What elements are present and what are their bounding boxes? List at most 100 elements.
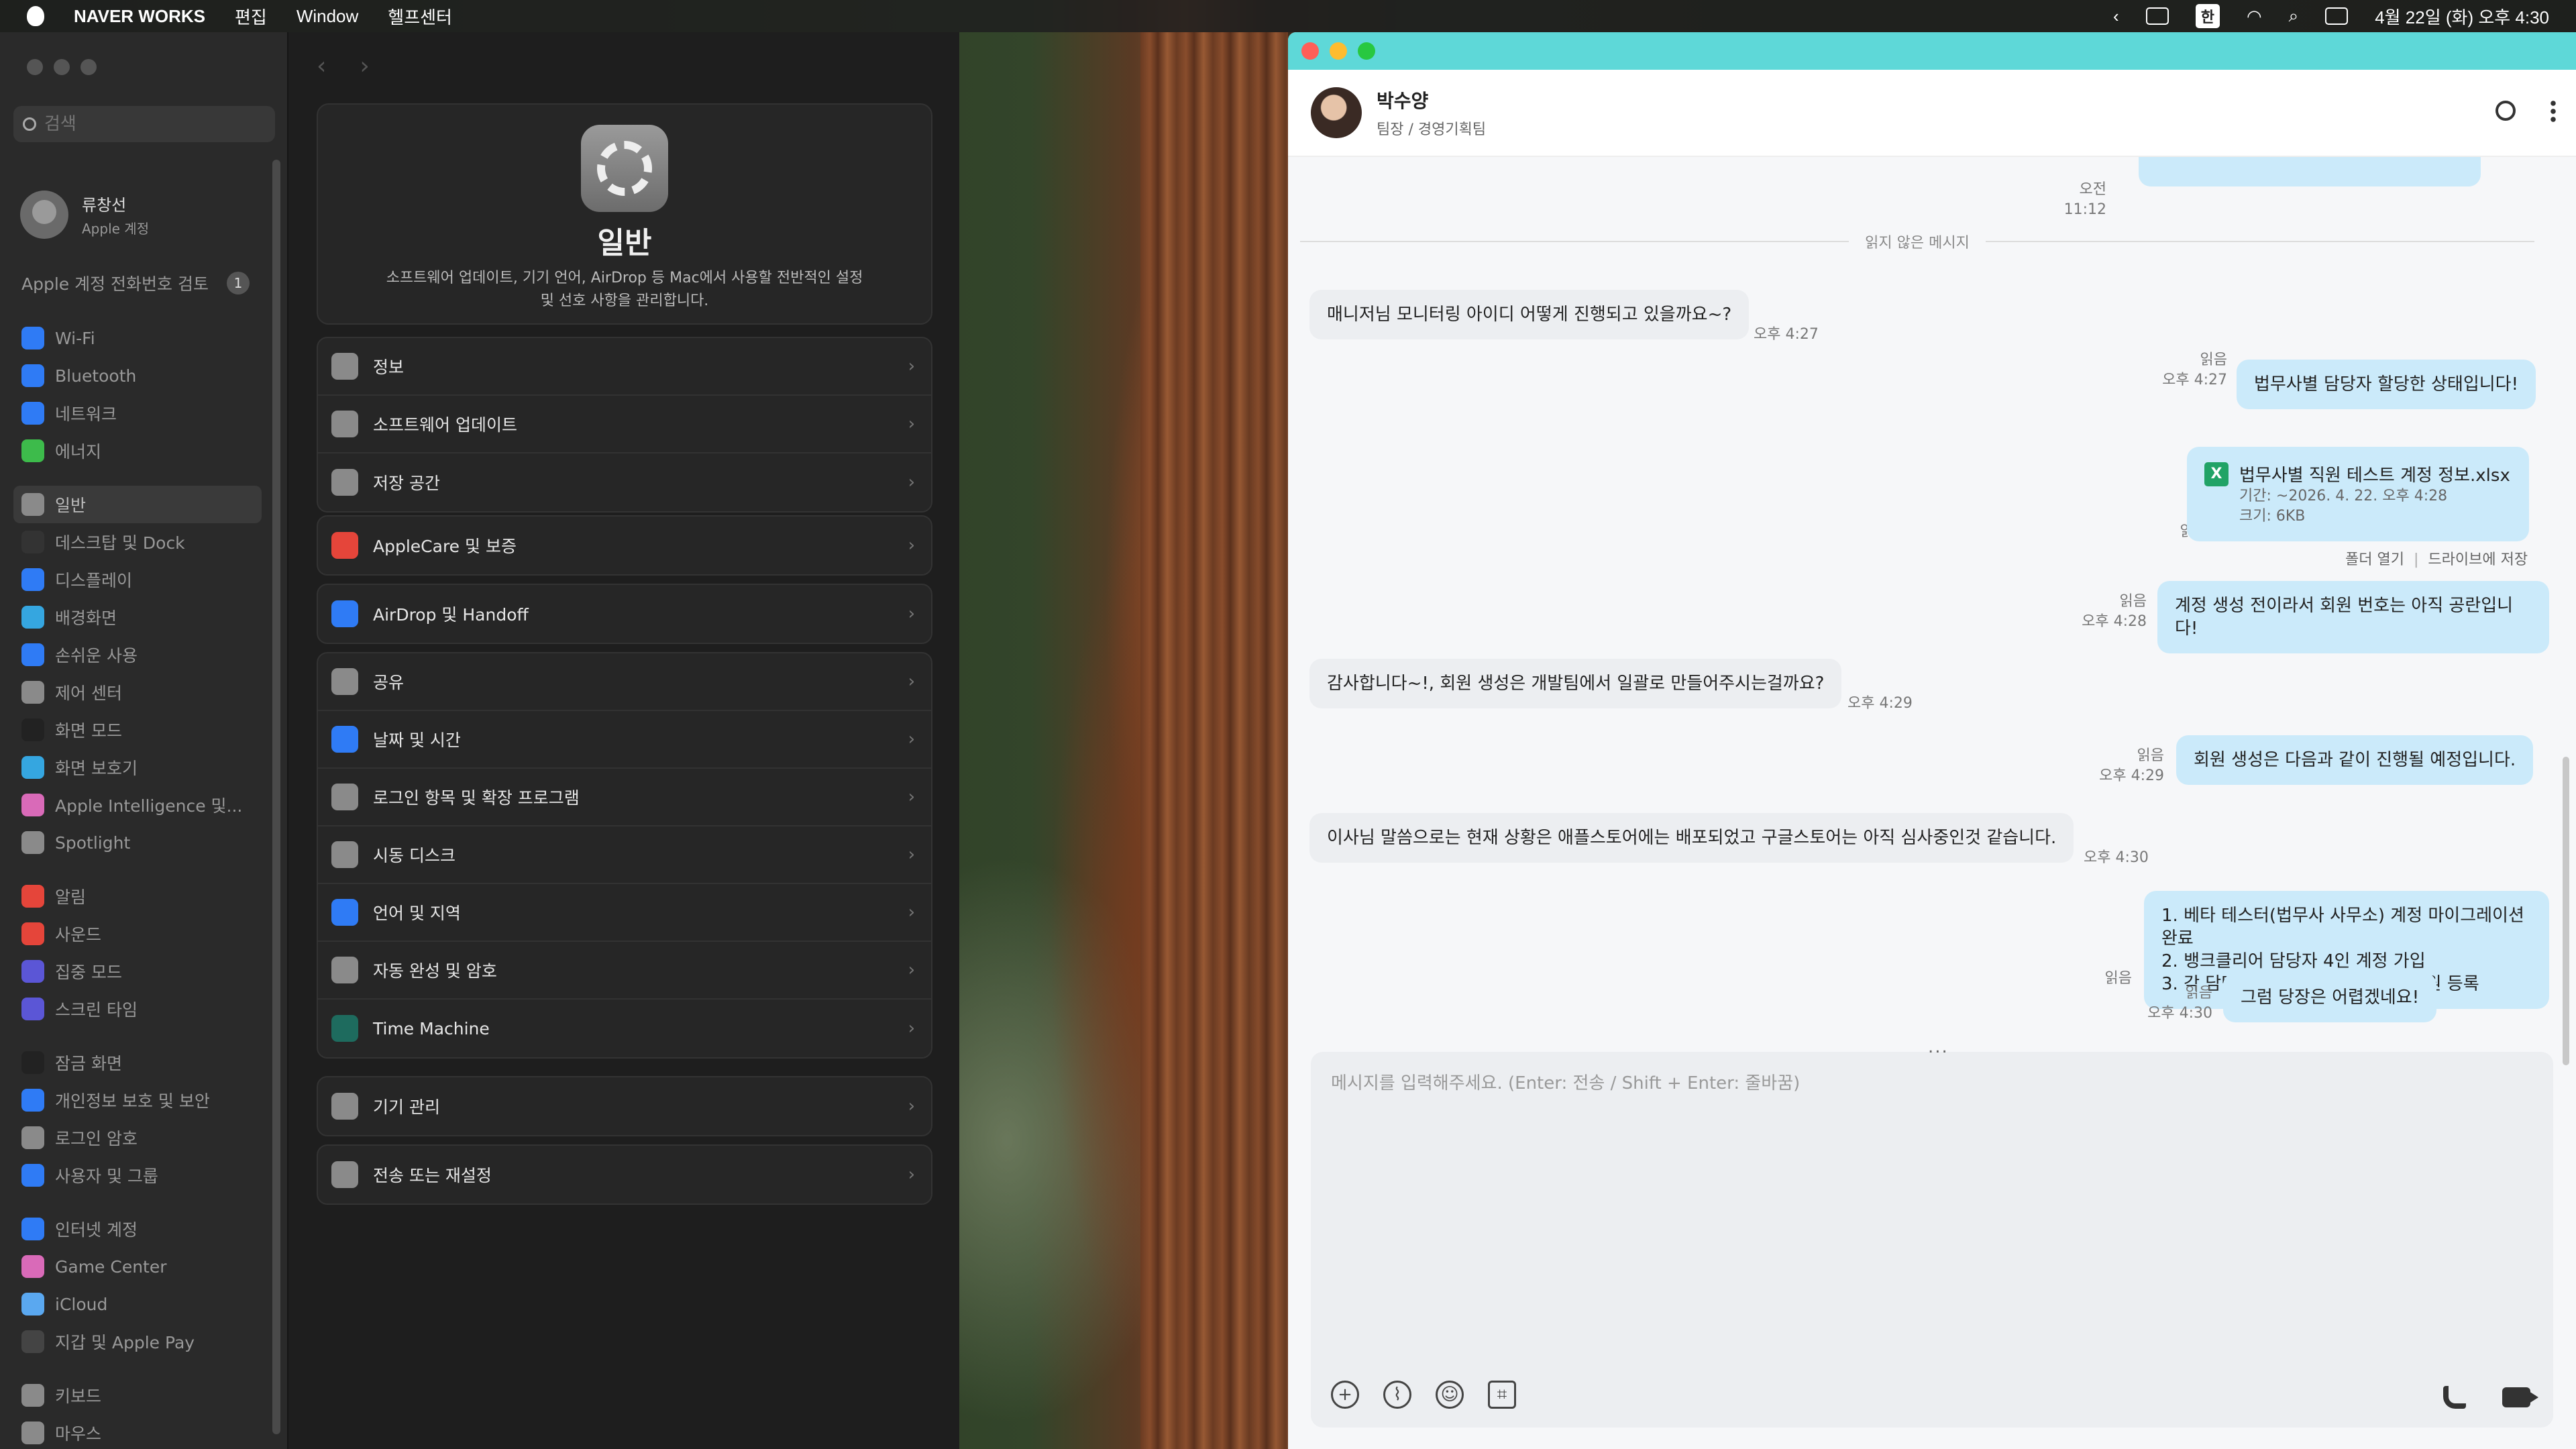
- status-chevron-icon[interactable]: ‹: [2113, 6, 2119, 27]
- menu-app-name[interactable]: NAVER WORKS: [74, 6, 205, 27]
- back-arrow-icon[interactable]: ‹: [317, 52, 326, 80]
- file-attachment-card[interactable]: X 법무사별 직원 테스트 계정 정보.xlsx 기간: ~2026. 4. 22…: [2187, 447, 2529, 541]
- unread-divider-label: 읽지 않은 메시지: [1865, 235, 1970, 252]
- sidebar-item[interactable]: 데스크탑 및 Dock: [13, 523, 262, 561]
- sidebar-item[interactable]: 제어 센터: [13, 674, 262, 711]
- chevron-right-icon: ›: [908, 414, 915, 434]
- close-button[interactable]: [1301, 42, 1319, 60]
- settings-row[interactable]: 정보 ›: [318, 338, 931, 396]
- sidebar-item[interactable]: Apple Intelligence 및...: [13, 786, 262, 824]
- chevron-right-icon: ›: [908, 845, 915, 865]
- menu-window[interactable]: Window: [297, 6, 358, 27]
- search-icon[interactable]: [2496, 101, 2516, 121]
- message-bubble-incoming[interactable]: 매니저님 모니터링 아이디 어떻게 진행되고 있을까요~?: [1309, 290, 1750, 339]
- sidebar-item[interactable]: 로그인 암호: [13, 1119, 262, 1157]
- phone-call-icon[interactable]: [2443, 1386, 2466, 1409]
- wifi-icon[interactable]: ◠: [2247, 6, 2262, 27]
- sidebar-item[interactable]: 일반: [13, 486, 262, 523]
- settings-row[interactable]: 전송 또는 재설정 ›: [318, 1146, 931, 1203]
- settings-row[interactable]: 언어 및 지역 ›: [318, 884, 931, 942]
- apple-menu-icon[interactable]: [27, 6, 44, 26]
- sidebar-item[interactable]: 화면 보호기: [13, 749, 262, 786]
- settings-row[interactable]: 소프트웨어 업데이트 ›: [318, 396, 931, 453]
- sidebar-item[interactable]: 지갑 및 Apple Pay: [13, 1323, 262, 1360]
- spotlight-icon[interactable]: ⌕: [2289, 5, 2299, 27]
- forward-arrow-icon[interactable]: ›: [360, 52, 369, 80]
- sidebar-item[interactable]: 스크린 타임: [13, 990, 262, 1028]
- sidebar-item[interactable]: 사운드: [13, 915, 262, 953]
- sidebar-item[interactable]: 에너지: [13, 432, 262, 470]
- sidebar-item[interactable]: 개인정보 보호 및 보안: [13, 1081, 262, 1119]
- file-actions: 폴더 열기 | 드라이브에 저장: [2345, 551, 2528, 568]
- settings-row[interactable]: 로그인 항목 및 확장 프로그램 ›: [318, 769, 931, 826]
- sidebar-scrollbar[interactable]: [272, 160, 280, 1434]
- resize-handle-dots[interactable]: ...: [1928, 1037, 1949, 1057]
- settings-row[interactable]: AirDrop 및 Handoff ›: [318, 585, 931, 643]
- add-icon[interactable]: +: [1331, 1381, 1359, 1409]
- message-read-status: 읽음 오후 4:27: [2140, 350, 2227, 390]
- emoji-icon[interactable]: ☺: [1436, 1381, 1464, 1409]
- zoom-button[interactable]: [80, 59, 97, 75]
- sidebar-item[interactable]: Bluetooth: [13, 357, 262, 394]
- message-bubble-outgoing[interactable]: 그럼 당장은 어렵겠네요!: [2223, 973, 2437, 1022]
- settings-row[interactable]: 시동 디스크 ›: [318, 826, 931, 884]
- sidebar-item[interactable]: 배경화면: [13, 598, 262, 636]
- menu-clock[interactable]: 4월 22일 (화) 오후 4:30: [2375, 4, 2549, 29]
- apple-phone-review-item[interactable]: Apple 계정 전화번호 검토 1: [21, 271, 250, 295]
- sidebar-item[interactable]: 잠금 화면: [13, 1044, 262, 1081]
- settings-row[interactable]: Time Machine ›: [318, 1000, 931, 1057]
- settings-row[interactable]: 날짜 및 시간 ›: [318, 711, 931, 769]
- close-button[interactable]: [27, 59, 43, 75]
- menu-help[interactable]: 헬프센터: [388, 4, 452, 29]
- sidebar-item[interactable]: 키보드: [13, 1377, 262, 1414]
- message-bubble-incoming[interactable]: 이사님 말씀으로는 현재 상황은 애플스토어에는 배포되었고 구글스토어는 아직…: [1309, 813, 2074, 863]
- message-bubble-outgoing[interactable]: 회원 생성은 다음과 같이 진행될 예정입니다.: [2176, 735, 2534, 785]
- menu-edit[interactable]: 편집: [235, 4, 267, 29]
- sidebar-item[interactable]: 손쉬운 사용: [13, 636, 262, 674]
- avatar[interactable]: [1311, 87, 1362, 138]
- sidebar-item[interactable]: 인터넷 계정: [13, 1210, 262, 1248]
- read-label: 읽음: [2200, 352, 2227, 368]
- sidebar-item[interactable]: Spotlight: [13, 824, 262, 861]
- control-center-icon[interactable]: [2325, 7, 2349, 25]
- save-to-drive-link[interactable]: 드라이브에 저장: [2428, 551, 2528, 568]
- input-method-indicator[interactable]: 한: [2195, 4, 2220, 28]
- sidebar-item[interactable]: iCloud: [13, 1285, 262, 1323]
- sidebar-item[interactable]: 마우스: [13, 1414, 262, 1449]
- sidebar-item[interactable]: 네트워크: [13, 394, 262, 432]
- attach-icon[interactable]: ⌇: [1383, 1381, 1411, 1409]
- video-call-icon[interactable]: [2502, 1387, 2538, 1407]
- sidebar-item[interactable]: 화면 모드: [13, 711, 262, 749]
- settings-row[interactable]: 공유 ›: [318, 653, 931, 711]
- open-folder-link[interactable]: 폴더 열기: [2345, 551, 2404, 568]
- sidebar-item-icon: [21, 531, 44, 553]
- message-bubble-outgoing[interactable]: 법무사별 담당자 할당한 상태입니다!: [2237, 360, 2536, 409]
- settings-row[interactable]: 기기 관리 ›: [318, 1077, 931, 1135]
- sidebar-item[interactable]: 디스플레이: [13, 561, 262, 598]
- status-display-icon[interactable]: [2145, 7, 2169, 25]
- settings-row[interactable]: 저장 공간 ›: [318, 453, 931, 511]
- chat-scrollbar[interactable]: [2563, 757, 2569, 1065]
- capture-icon[interactable]: ⌗: [1488, 1381, 1516, 1409]
- settings-row[interactable]: 자동 완성 및 암호 ›: [318, 942, 931, 1000]
- message-bubble-partial[interactable]: [2139, 157, 2481, 186]
- message-bubble-incoming[interactable]: 감사합니다~!, 회원 생성은 개발팀에서 일괄로 만들어주시는걸까요?: [1309, 659, 1842, 708]
- message-list[interactable]: 오전 11:12 읽지 않은 메시지 매니저님 모니터링 아이디 어떻게 진행되…: [1288, 157, 2549, 1056]
- more-options-icon[interactable]: [2551, 99, 2556, 122]
- settings-row[interactable]: AppleCare 및 보증 ›: [318, 517, 931, 574]
- sidebar-item[interactable]: Game Center: [13, 1248, 262, 1285]
- message-input[interactable]: [1331, 1069, 2525, 1338]
- settings-row-icon: [331, 353, 358, 380]
- sidebar-item[interactable]: 알림: [13, 877, 262, 915]
- sidebar-item[interactable]: 사용자 및 그룹: [13, 1157, 262, 1194]
- sidebar-item[interactable]: Wi-Fi: [13, 319, 262, 357]
- message-bubble-outgoing[interactable]: 계정 생성 전이라서 회원 번호는 아직 공란입니다!: [2157, 581, 2549, 653]
- sidebar-item[interactable]: 집중 모드: [13, 953, 262, 990]
- sidebar-search-input[interactable]: [44, 114, 259, 134]
- sidebar-search[interactable]: [13, 106, 275, 142]
- minimize-button[interactable]: [1330, 42, 1347, 60]
- settings-row-icon: [331, 1161, 358, 1188]
- apple-account-item[interactable]: 류창선 Apple 계정: [20, 191, 149, 239]
- minimize-button[interactable]: [54, 59, 70, 75]
- zoom-button[interactable]: [1358, 42, 1375, 60]
